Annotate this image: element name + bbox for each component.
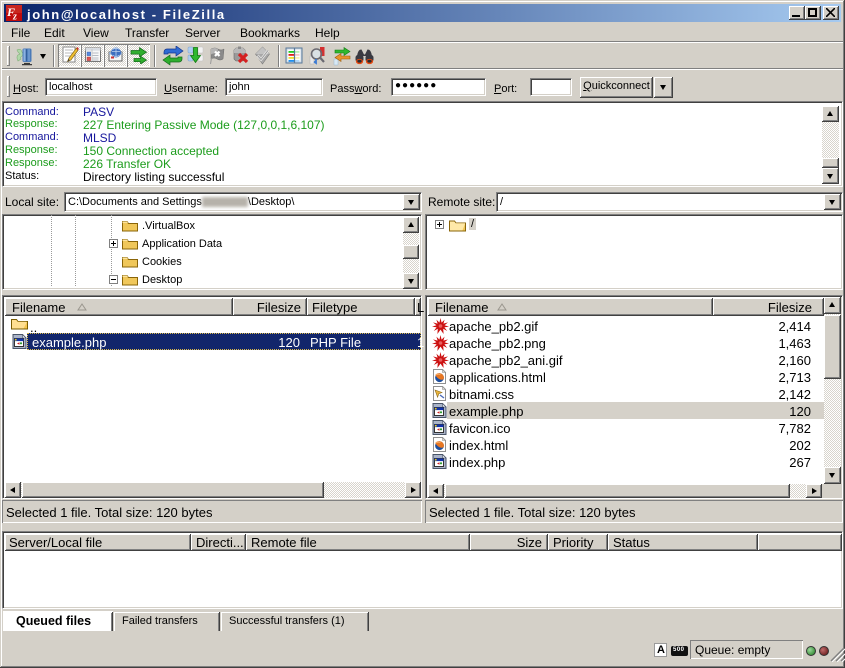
svg-text:z: z — [12, 12, 17, 22]
